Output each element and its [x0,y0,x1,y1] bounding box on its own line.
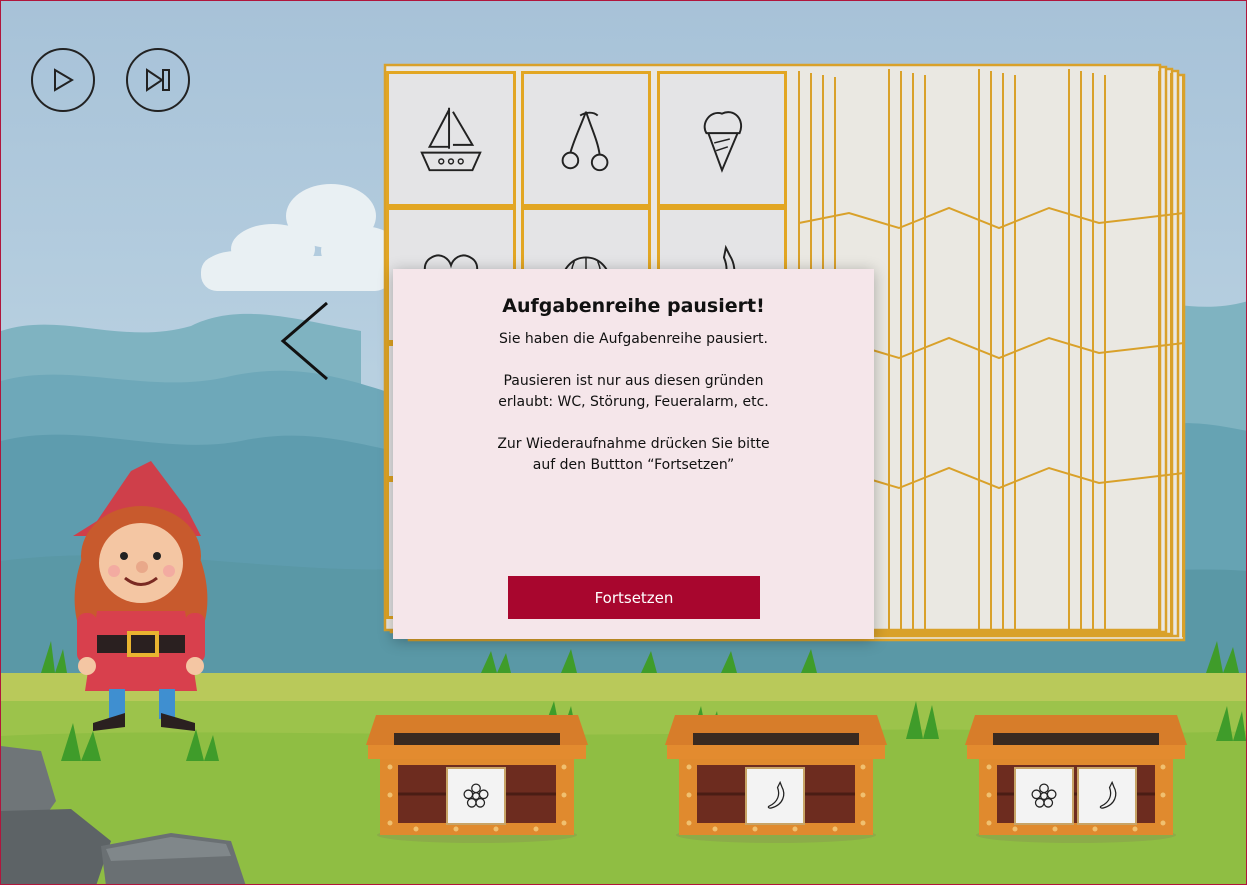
banana-icon [767,780,785,809]
play-icon [54,68,74,92]
chest-3-card-banana [1077,767,1137,825]
dialog-message-resume-hint: Zur Wiederaufnahme drücken Sie bitte auf… [497,436,770,473]
play-button[interactable] [31,48,95,112]
card-cherries[interactable] [521,71,651,207]
dialog-title: Aufgabenreihe pausiert! [502,295,765,317]
chevron-left-icon[interactable] [275,299,335,383]
chest-3-card-flower [1014,767,1074,825]
banana-icon [1099,780,1117,809]
dialog-message-paused: Sie haben die Aufgabenreihe pausiert. [499,331,768,347]
skip-button[interactable] [126,48,190,112]
game-stage: Aufgabenreihe pausiert! Sie haben die Au… [0,0,1247,885]
resume-button[interactable]: Fortsetzen [508,576,760,619]
card-sailboat[interactable] [386,71,516,207]
ice-cream-icon [703,111,742,173]
skip-forward-icon [146,68,170,92]
pause-dialog: Aufgabenreihe pausiert! Sie haben die Au… [393,269,874,639]
sailboat-icon [420,107,482,172]
cherries-icon [561,111,609,172]
dialog-message-reasons: Pausieren ist nur aus diesen gründen erl… [498,373,769,410]
card-ice-cream[interactable] [657,71,787,207]
chest-3[interactable] [965,715,1187,845]
chest-2-card-banana [745,767,805,825]
flower-icon [463,783,489,808]
flower-icon [1031,783,1057,808]
chest-1-card-flower [446,767,506,825]
